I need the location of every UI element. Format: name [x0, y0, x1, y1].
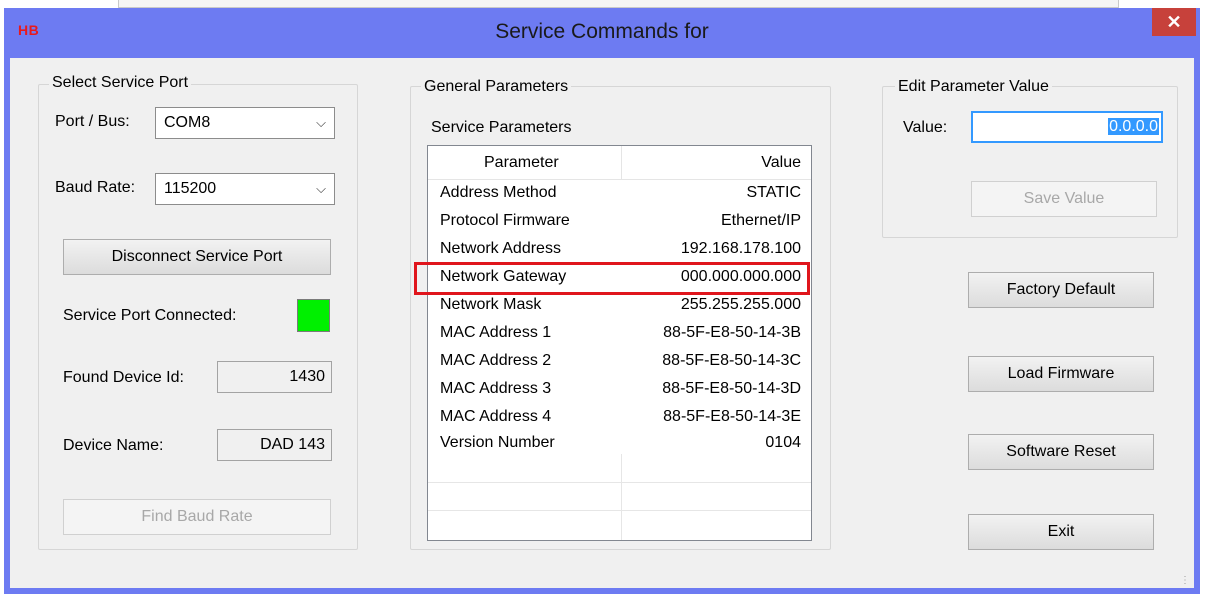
group-legend: Edit Parameter Value	[895, 78, 1052, 96]
found-device-id-field: 1430	[217, 361, 332, 393]
list-row[interactable]: Network Mask 255.255.255.000	[428, 292, 811, 320]
service-port-connected-label: Service Port Connected:	[63, 307, 237, 324]
background-window-edge	[118, 0, 1119, 8]
parameter-cell: MAC Address 3	[440, 380, 552, 397]
value-cell: 88-5F-E8-50-14-3E	[663, 408, 801, 425]
value-cell: 255.255.255.000	[680, 296, 801, 313]
list-row[interactable]: Version Number 0104	[428, 430, 811, 458]
list-row[interactable]: Network Address 192.168.178.100	[428, 236, 811, 264]
row-highlight-annotation	[414, 262, 810, 295]
found-device-id-label: Found Device Id:	[63, 369, 184, 386]
select-service-port-group: Select Service Port Port / Bus: COM8 ⌵ B…	[38, 74, 358, 550]
parameter-cell: MAC Address 2	[440, 352, 552, 369]
group-legend: Select Service Port	[49, 74, 192, 92]
grid-line	[428, 482, 811, 483]
parameter-cell: MAC Address 4	[440, 408, 552, 425]
column-header-parameter[interactable]: Parameter	[484, 154, 559, 172]
list-row[interactable]: MAC Address 2 88-5F-E8-50-14-3C	[428, 348, 811, 376]
disconnect-service-port-button[interactable]: Disconnect Service Port	[63, 239, 331, 275]
edit-parameter-value-group: Edit Parameter Value Value: 0.0.0.0 Save…	[882, 78, 1178, 238]
value-cell: 88-5F-E8-50-14-3C	[662, 352, 801, 369]
service-parameters-list[interactable]: Parameter Value Address Method STATIC Pr…	[414, 145, 812, 541]
factory-default-button[interactable]: Factory Default	[968, 272, 1154, 308]
value-cell: 88-5F-E8-50-14-3D	[662, 380, 801, 397]
service-parameters-title: Service Parameters	[431, 119, 572, 136]
list-row[interactable]: Address Method STATIC	[428, 180, 811, 208]
parameter-cell: Network Address	[440, 240, 561, 257]
value-label: Value:	[903, 119, 948, 136]
chevron-down-icon: ⌵	[316, 115, 326, 130]
find-baud-rate-button[interactable]: Find Baud Rate	[63, 499, 331, 535]
save-value-button[interactable]: Save Value	[971, 181, 1157, 217]
parameter-cell: Protocol Firmware	[440, 212, 570, 229]
value-cell: 88-5F-E8-50-14-3B	[663, 324, 801, 341]
parameter-cell: Address Method	[440, 184, 557, 201]
exit-button[interactable]: Exit	[968, 514, 1154, 550]
grid-line	[428, 510, 811, 511]
value-cell: 0104	[765, 434, 801, 451]
resize-grip-icon[interactable]: ⋮	[1180, 576, 1190, 586]
general-parameters-group: General Parameters Service Parameters Pa…	[410, 78, 831, 550]
title-bar[interactable]: HB Service Commands for ✕	[4, 8, 1200, 58]
device-name-field: DAD 143	[217, 429, 332, 461]
column-header-value[interactable]: Value	[761, 154, 801, 172]
selected-value-text: 0.0.0.0	[1108, 118, 1159, 135]
list-row[interactable]: MAC Address 1 88-5F-E8-50-14-3B	[428, 320, 811, 348]
load-firmware-button[interactable]: Load Firmware	[968, 356, 1154, 392]
list-row[interactable]: MAC Address 4 88-5F-E8-50-14-3E	[428, 404, 811, 432]
baud-rate-select[interactable]: 115200 ⌵	[155, 173, 335, 205]
baud-rate-value: 115200	[164, 180, 217, 197]
service-commands-window: HB Service Commands for ✕ Select Service…	[4, 8, 1200, 594]
device-name-label: Device Name:	[63, 437, 164, 454]
close-button[interactable]: ✕	[1152, 8, 1196, 36]
port-bus-select[interactable]: COM8 ⌵	[155, 107, 335, 139]
parameter-cell: MAC Address 1	[440, 324, 552, 341]
port-bus-label: Port / Bus:	[55, 113, 130, 130]
port-bus-value: COM8	[164, 114, 211, 131]
group-legend: General Parameters	[421, 78, 572, 96]
parameter-value-input[interactable]: 0.0.0.0	[971, 111, 1163, 143]
grid-line	[621, 454, 622, 540]
value-cell: STATIC	[746, 184, 801, 201]
list-header: Parameter Value	[428, 146, 811, 180]
value-cell: 192.168.178.100	[680, 240, 801, 257]
chevron-down-icon: ⌵	[316, 181, 326, 196]
window-title: Service Commands for	[495, 20, 709, 43]
list-row[interactable]: MAC Address 3 88-5F-E8-50-14-3D	[428, 376, 811, 404]
baud-rate-label: Baud Rate:	[55, 179, 136, 196]
parameter-cell: Version Number	[440, 434, 555, 451]
connection-status-indicator	[297, 299, 330, 332]
list-row[interactable]: Protocol Firmware Ethernet/IP	[428, 208, 811, 236]
software-reset-button[interactable]: Software Reset	[968, 434, 1154, 470]
dialog-client-area: Select Service Port Port / Bus: COM8 ⌵ B…	[10, 58, 1194, 588]
close-icon: ✕	[1166, 12, 1182, 32]
column-divider	[621, 146, 622, 180]
value-cell: Ethernet/IP	[720, 212, 801, 229]
parameter-cell: Network Mask	[440, 296, 542, 313]
